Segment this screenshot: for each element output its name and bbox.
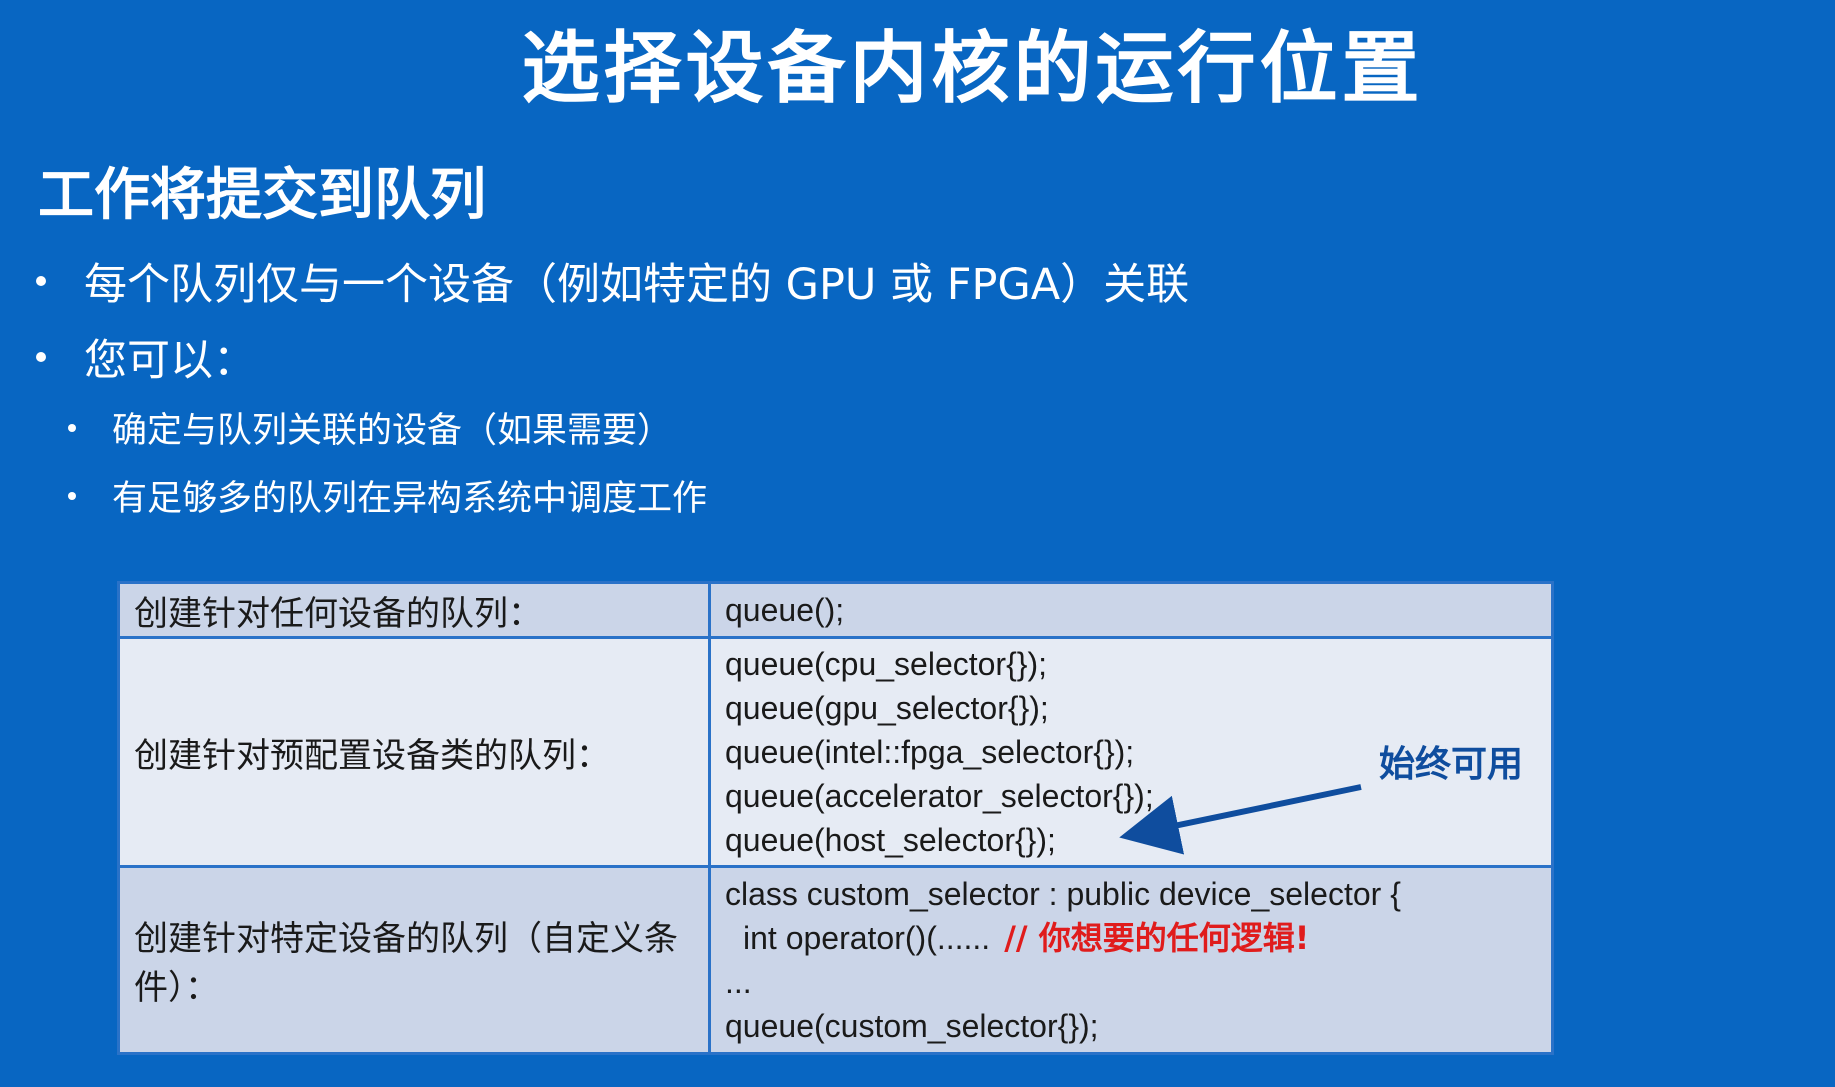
table-row: 创建针对任何设备的队列： queue(); xyxy=(117,581,1554,639)
slide-subtitle: 工作将提交到队列 xyxy=(38,163,486,228)
row-code: class custom_selector : public device_se… xyxy=(708,865,1554,1055)
bullet-dot-icon xyxy=(36,352,46,362)
table-row: 创建针对预配置设备类的队列： queue(cpu_selector{}); qu… xyxy=(117,636,1554,868)
bullet-dot-icon xyxy=(68,491,76,500)
row-label: 创建针对预配置设备类的队列： xyxy=(117,636,711,868)
code-line: queue(custom_selector{}); xyxy=(725,1008,1099,1044)
bullet-dot-icon xyxy=(36,276,46,286)
code-comment: // 你想要的任何逻辑! xyxy=(1004,919,1310,957)
code-line: queue(gpu_selector{}); xyxy=(725,690,1049,726)
row-code: queue(); xyxy=(708,581,1554,639)
sub-bullet-text: 确定与队列关联的设备（如果需要） xyxy=(112,411,673,451)
code-line: int operator()(...... // 你想要的任何逻辑! xyxy=(725,916,1537,960)
code-line: ... xyxy=(725,964,752,1000)
slide-title: 选择设备内核的运行位置 xyxy=(521,24,1424,114)
row-code: queue(cpu_selector{}); queue(gpu_selecto… xyxy=(708,636,1554,868)
code-text: int operator()(...... xyxy=(743,920,991,956)
sub-bullet-text: 有足够多的队列在异构系统中调度工作 xyxy=(112,479,708,519)
code-line: queue(host_selector{}); xyxy=(725,822,1056,858)
bullet-dot-icon xyxy=(68,423,76,432)
row-label: 创建针对特定设备的队列（自定义条件）： xyxy=(117,865,711,1055)
code-line: class custom_selector : public device_se… xyxy=(725,876,1401,912)
row-label: 创建针对任何设备的队列： xyxy=(117,581,711,639)
sub-bullet-item: 有足够多的队列在异构系统中调度工作 xyxy=(68,470,707,521)
bullet-text: 您可以： xyxy=(84,336,256,386)
code-line: queue(cpu_selector{}); xyxy=(725,646,1047,682)
bullet-item: 您可以： xyxy=(36,326,256,388)
table-row: 创建针对特定设备的队列（自定义条件）： class custom_selecto… xyxy=(117,865,1554,1055)
always-available-annotation: 始终可用 xyxy=(1378,744,1523,785)
queue-table: 创建针对任何设备的队列： queue(); 创建针对预配置设备类的队列： que… xyxy=(117,581,1554,1055)
bullet-text: 每个队列仅与一个设备（例如特定的 GPU 或 FPGA）关联 xyxy=(84,260,1190,310)
sub-bullet-item: 确定与队列关联的设备（如果需要） xyxy=(68,402,672,453)
code-line: queue(); xyxy=(725,592,845,628)
bullet-item: 每个队列仅与一个设备（例如特定的 GPU 或 FPGA）关联 xyxy=(36,250,1189,312)
